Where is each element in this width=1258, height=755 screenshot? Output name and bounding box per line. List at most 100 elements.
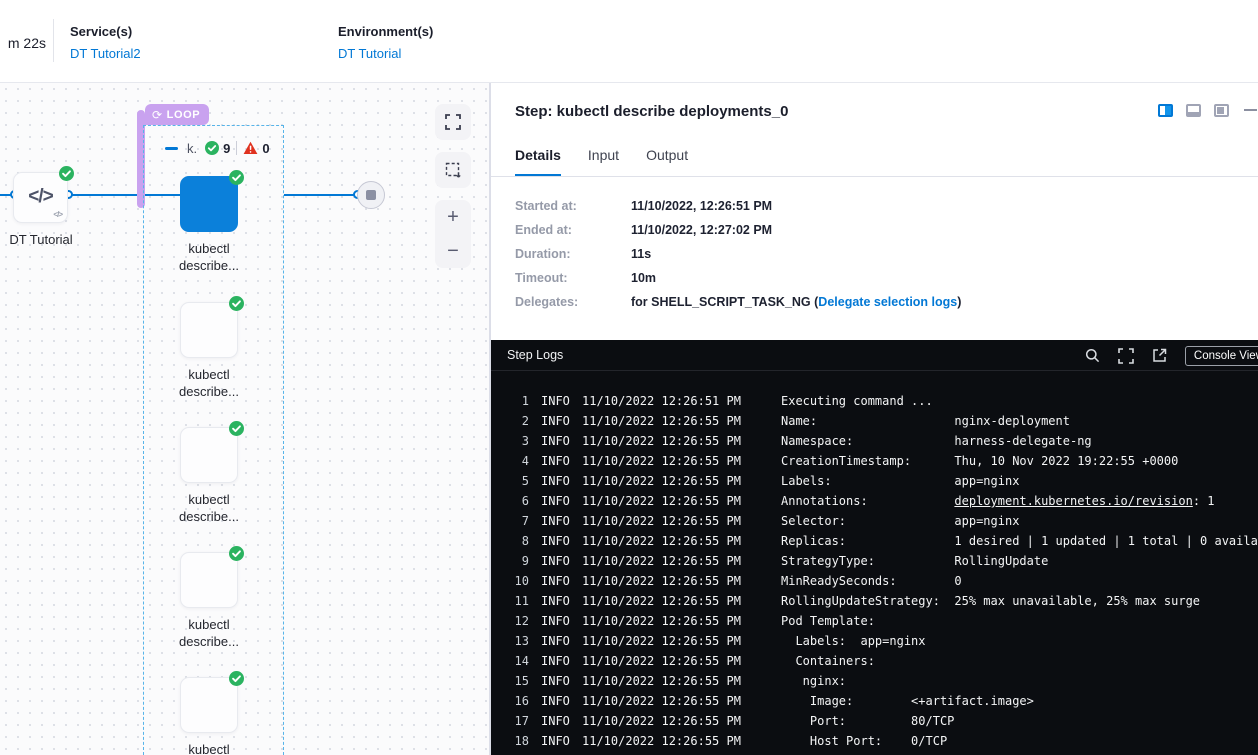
pipeline-node-kubectl-describe[interactable] [180,552,238,608]
log-message: CreationTimestamp: Thu, 10 Nov 2022 19:2… [781,451,1178,471]
success-count: 9 [223,141,230,156]
log-line: 11INFO11/10/2022 12:26:55 PMRollingUpdat… [491,591,1258,611]
success-badge-icon [59,166,74,181]
log-line-number: 2 [505,411,529,431]
code-icon: </> [14,186,67,208]
log-message: Selector: app=nginx [781,511,1019,531]
detail-label: Duration: [515,247,631,261]
pipeline-node-dt-tutorial[interactable]: </> </> [13,172,68,223]
tab-input[interactable]: Input [588,147,619,177]
detail-value: 11s [631,247,651,261]
log-level: INFO [541,531,571,551]
log-message: Name: nginx-deployment [781,411,1070,431]
search-logs-button[interactable] [1085,348,1100,363]
log-line-number: 17 [505,711,529,731]
log-line: 10INFO11/10/2022 12:26:55 PMMinReadySeco… [491,571,1258,591]
log-line: 3INFO11/10/2022 12:26:55 PMNamespace: ha… [491,431,1258,451]
canvas-fit-selection-button[interactable] [435,152,471,188]
node-label-kubectl-describe: kubectl describe... [154,491,264,525]
pipeline-node-kubectl-describe[interactable] [180,427,238,483]
log-level: INFO [541,571,571,591]
loop-badge[interactable]: ⟳ LOOP [145,104,209,125]
step-details-panel: Step: kubectl describe deployments_0 Det… [490,83,1258,755]
pipeline-node-kubectl-describe[interactable] [180,677,238,733]
layout-bottom-panel-button[interactable] [1186,104,1201,117]
tabs-divider [491,176,1258,177]
success-badge-icon [229,671,244,686]
log-timestamp: 11/10/2022 12:26:55 PM [582,511,740,531]
pipeline-node-kubectl-describe[interactable] [180,176,238,232]
log-message: Annotations: deployment.kubernetes.io/re… [781,491,1215,511]
log-level: INFO [541,631,571,651]
log-level: INFO [541,671,571,691]
detail-label: Started at: [515,199,631,213]
log-message: Namespace: harness-delegate-ng [781,431,1092,451]
pipeline-end-node[interactable] [357,181,385,209]
log-timestamp: 11/10/2022 12:26:55 PM [582,711,740,731]
log-timestamp: 11/10/2022 12:26:55 PM [582,731,740,751]
log-line-number: 15 [505,671,529,691]
logs-fullscreen-button[interactable] [1118,348,1134,364]
detail-value: for SHELL_SCRIPT_TASK_NG (Delegate selec… [631,295,961,309]
log-level: INFO [541,491,571,511]
search-icon [1085,348,1100,363]
success-badge-icon [229,421,244,436]
pipeline-node-kubectl-describe[interactable] [180,302,238,358]
delegate-selection-logs-link[interactable]: Delegate selection logs [818,295,957,309]
log-message: Pod Template: [781,611,875,631]
detail-row: Timeout:10m [515,266,961,290]
detail-row: Duration:11s [515,242,961,266]
fullscreen-icon [1118,348,1134,364]
log-level: INFO [541,451,571,471]
canvas-fullscreen-button[interactable] [435,104,471,140]
log-line-number: 4 [505,451,529,471]
log-level: INFO [541,711,571,731]
log-line-number: 6 [505,491,529,511]
success-count-icon [205,141,219,155]
code-mini-icon: </> [53,210,62,219]
pipeline-graph-canvas[interactable]: ⟳ LOOP k. 9 0 </> </> DT Tutorial kubect… [0,83,490,755]
collapse-group-button[interactable] [165,147,178,150]
log-timestamp: 11/10/2022 12:26:55 PM [582,591,740,611]
log-line-number: 12 [505,611,529,631]
layout-left-panel-button[interactable] [1214,104,1229,117]
log-timestamp: 11/10/2022 12:26:55 PM [582,491,740,511]
log-timestamp: 11/10/2022 12:26:55 PM [582,411,740,431]
log-message: Containers: [781,651,875,671]
marquee-select-icon [445,162,462,179]
zoom-in-button[interactable]: + [435,200,471,234]
log-line: 17INFO11/10/2022 12:26:55 PM Port: 80/TC… [491,711,1258,731]
log-output[interactable]: 1INFO11/10/2022 12:26:51 PMExecuting com… [491,371,1258,755]
log-line: 16INFO11/10/2022 12:26:55 PM Image: <+ar… [491,691,1258,711]
console-view-button[interactable]: Console View [1185,346,1258,366]
tab-output[interactable]: Output [646,147,688,177]
open-logs-new-tab-button[interactable] [1152,348,1167,363]
tab-details[interactable]: Details [515,147,561,177]
log-timestamp: 11/10/2022 12:26:55 PM [582,551,740,571]
minimize-panel-button[interactable] [1244,109,1257,111]
warning-count-icon [243,141,258,155]
node-label-kubectl-describe: kubectl describe... [154,616,264,650]
step-logs-title: Step Logs [507,348,563,362]
execution-duration: m 22s [0,35,46,51]
log-line-number: 7 [505,511,529,531]
log-line-number: 18 [505,731,529,751]
log-message: MinReadySeconds: 0 [781,571,962,591]
detail-value: 10m [631,271,656,285]
environment-link[interactable]: DT Tutorial [338,46,433,61]
zoom-out-button[interactable]: − [435,234,471,268]
environment-label: Environment(s) [338,24,433,39]
log-message: Labels: app=nginx [781,471,1019,491]
node-label-kubectl-describe: kubectl [154,741,264,755]
log-line: 9INFO11/10/2022 12:26:55 PMStrategyType:… [491,551,1258,571]
layout-split-right-button[interactable] [1158,104,1173,117]
stop-icon [366,190,376,200]
node-label-kubectl-describe: kubectl describe... [154,240,264,274]
service-link[interactable]: DT Tutorial2 [70,46,141,61]
log-timestamp: 11/10/2022 12:26:55 PM [582,651,740,671]
log-level: INFO [541,651,571,671]
log-timestamp: 11/10/2022 12:26:55 PM [582,611,740,631]
log-message: Executing command ... [781,391,933,411]
log-annotation-link[interactable]: deployment.kubernetes.io/revision [954,494,1192,508]
log-message: RollingUpdateStrategy: 25% max unavailab… [781,591,1200,611]
